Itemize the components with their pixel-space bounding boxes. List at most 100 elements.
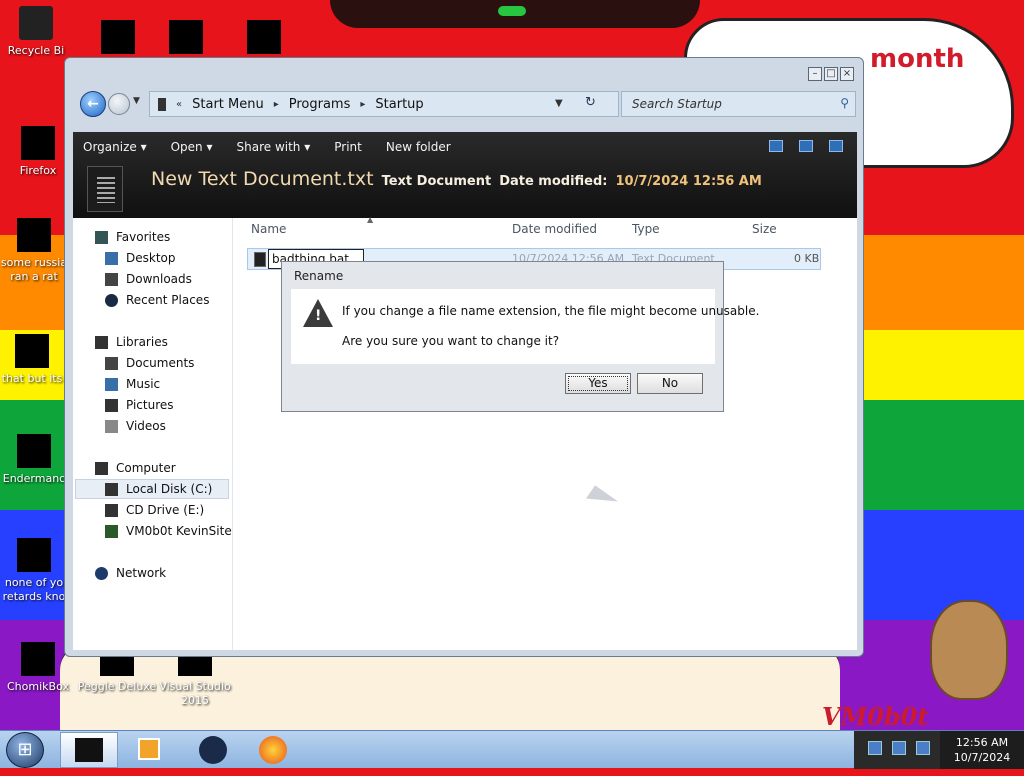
preview-pane-icon[interactable] xyxy=(799,140,813,152)
navigation-pane: Favorites Desktop Downloads Recent Place… xyxy=(73,218,233,650)
nav-documents[interactable]: Documents xyxy=(105,356,194,370)
nav-recent-places[interactable]: Recent Places xyxy=(105,293,209,307)
nav-cd-drive[interactable]: CD Drive (E:) xyxy=(105,503,204,517)
new-folder-button[interactable]: New folder xyxy=(386,140,451,154)
command-bar: Organize ▾ Open ▾ Share with ▾ Print New… xyxy=(73,132,857,218)
command-list: Organize ▾ Open ▾ Share with ▾ Print New… xyxy=(83,140,451,154)
downloads-icon xyxy=(105,272,118,286)
tray-volume-icon[interactable] xyxy=(916,741,930,755)
breadcrumb-startup[interactable]: Startup xyxy=(375,97,423,112)
search-input[interactable]: Search Startup ⚲ xyxy=(621,91,856,117)
nav-favorites[interactable]: Favorites xyxy=(95,230,170,244)
clock-time: 12:56 AM xyxy=(955,736,1009,749)
recent-pages-chevron-icon[interactable]: ▼ xyxy=(133,96,140,106)
nav-network[interactable]: Network xyxy=(95,566,166,580)
open-button[interactable]: Open ▾ xyxy=(171,140,213,154)
wallpaper-signature: VM0b0t xyxy=(822,702,929,731)
breadcrumb-overflow[interactable]: « xyxy=(176,99,182,110)
print-button[interactable]: Print xyxy=(334,140,362,154)
details-pane: New Text Document.txt Text Document Date… xyxy=(151,168,762,190)
column-date-modified[interactable]: Date modified xyxy=(512,222,597,236)
desktop-icon-recycle-bin[interactable]: Recycle Bi xyxy=(0,6,76,58)
media-player-icon xyxy=(138,738,160,760)
breadcrumb-start-menu[interactable]: Start Menu xyxy=(192,97,264,112)
shortcut-icon xyxy=(169,20,203,54)
tray-display-icon[interactable] xyxy=(892,741,906,755)
details-date-value: 10/7/2024 12:56 AM xyxy=(615,174,762,189)
yes-button[interactable]: Yes xyxy=(565,373,631,394)
column-name[interactable]: Name xyxy=(251,222,286,236)
taskbar-media-player-button[interactable] xyxy=(120,732,178,768)
address-row: ← ▼ « Start Menu ▸ Programs ▸ Startup ▼ … xyxy=(77,88,857,122)
maximize-icon[interactable]: □ xyxy=(824,67,838,81)
nav-libraries[interactable]: Libraries xyxy=(95,335,168,349)
text-file-icon xyxy=(87,166,123,212)
organize-button[interactable]: Organize ▾ xyxy=(83,140,147,154)
change-view-icon[interactable] xyxy=(769,140,783,152)
videos-icon xyxy=(105,419,118,433)
breadcrumb-programs[interactable]: Programs xyxy=(289,97,351,112)
search-icon[interactable]: ⚲ xyxy=(840,96,849,110)
taskbar-browser-button[interactable] xyxy=(184,732,242,768)
firefox-icon xyxy=(21,126,55,160)
column-size[interactable]: Size xyxy=(752,222,777,236)
shortcut-icon xyxy=(247,20,281,54)
no-button[interactable]: No xyxy=(637,373,703,394)
desktop-icon-endermanch[interactable]: Endermanc xyxy=(0,434,74,486)
desktop-icon-none-of-you[interactable]: none of yo retards kno xyxy=(0,538,74,604)
tray-network-icon[interactable] xyxy=(868,741,882,755)
shortcut-icon xyxy=(17,434,51,468)
start-button[interactable]: ⊞ xyxy=(6,732,44,768)
wallpaper-bubble-text: month xyxy=(870,44,965,74)
folder-icon xyxy=(158,97,166,111)
desktop-icon-top-2[interactable] xyxy=(146,20,226,58)
taskbar-explorer-button[interactable] xyxy=(60,732,118,768)
nav-local-disk[interactable]: Local Disk (C:) xyxy=(105,482,212,496)
search-placeholder: Search Startup xyxy=(632,97,722,111)
breadcrumb-separator: ▸ xyxy=(360,98,366,110)
batch-file-icon xyxy=(254,252,266,267)
clock[interactable]: 12:56 AM 10/7/2024 xyxy=(940,731,1024,769)
libraries-icon xyxy=(95,335,108,349)
nav-music[interactable]: Music xyxy=(105,377,160,391)
nav-computer[interactable]: Computer xyxy=(95,461,176,475)
hard-drive-icon xyxy=(105,482,118,496)
cd-drive-icon xyxy=(105,503,118,517)
details-file-name: New Text Document.txt xyxy=(151,168,374,190)
back-arrow-icon[interactable]: ← xyxy=(80,91,106,117)
nav-videos[interactable]: Videos xyxy=(105,419,166,433)
sort-ascending-icon: ▲ xyxy=(367,215,374,224)
close-icon[interactable]: × xyxy=(840,67,854,81)
warning-icon xyxy=(303,299,333,327)
music-icon xyxy=(105,377,118,391)
desktop-icon-that-but-its[interactable]: that but its xyxy=(0,334,72,386)
desktop-icon-top-3[interactable] xyxy=(224,20,304,58)
share-with-button[interactable]: Share with ▾ xyxy=(237,140,311,154)
explorer-icon xyxy=(75,738,103,762)
refresh-icon[interactable]: ↻ xyxy=(585,95,596,110)
recent-places-icon xyxy=(105,293,118,307)
nav-vm-site[interactable]: VM0b0t KevinSite xyxy=(105,524,232,538)
pictures-icon xyxy=(105,398,118,412)
details-file-type: Text Document xyxy=(381,174,492,189)
file-size: 0 KB xyxy=(794,252,820,265)
taskbar-firefox-button[interactable] xyxy=(244,732,302,768)
shortcut-icon xyxy=(101,20,135,54)
minimize-icon[interactable]: – xyxy=(808,67,822,81)
forward-arrow-icon[interactable] xyxy=(108,93,130,115)
help-icon[interactable] xyxy=(829,140,843,152)
nav-pictures[interactable]: Pictures xyxy=(105,398,174,412)
nav-desktop[interactable]: Desktop xyxy=(105,251,176,265)
address-dropdown-icon[interactable]: ▼ xyxy=(555,98,563,109)
desktop-icon-russian-file[interactable]: some russia ran a rat xyxy=(0,218,74,284)
window-controls: – □ × xyxy=(808,67,854,81)
system-tray xyxy=(854,731,940,769)
documents-icon xyxy=(105,356,118,370)
hamster-mascot-image xyxy=(930,600,1008,700)
recycle-bin-icon xyxy=(19,6,53,40)
shortcut-icon xyxy=(17,218,51,252)
column-type[interactable]: Type xyxy=(632,222,660,236)
address-bar[interactable]: « Start Menu ▸ Programs ▸ Startup xyxy=(149,91,619,117)
firefox-icon xyxy=(259,736,287,764)
nav-downloads[interactable]: Downloads xyxy=(105,272,192,286)
